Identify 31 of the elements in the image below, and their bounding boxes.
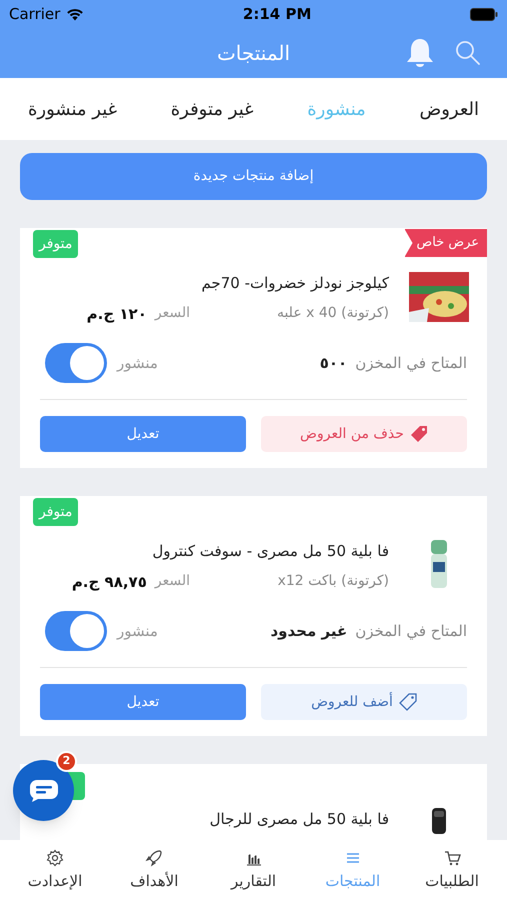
nav-tab[interactable]: الطلبيات bbox=[407, 848, 497, 892]
nav-tab[interactable]: الأهداف bbox=[109, 848, 200, 892]
stock-label: المتاح في المخزن bbox=[355, 620, 467, 642]
stock-label: المتاح في المخزن bbox=[355, 352, 467, 374]
notification-badge: 2 bbox=[56, 751, 77, 772]
nav-tab[interactable]: الإعدادت bbox=[10, 848, 100, 892]
product-name: فا بلية 50 مل مصرى - سوفت كنترول bbox=[151, 541, 389, 562]
nav-tab[interactable]: التقارير bbox=[208, 848, 298, 892]
tab[interactable]: غير متوفرة bbox=[160, 90, 264, 128]
screen-title: المنتجات bbox=[216, 40, 292, 67]
availability-badge: متوفر bbox=[33, 498, 78, 526]
package-size: (كرتونة) باكت x12 bbox=[278, 572, 389, 592]
carrier-label: Carrier bbox=[9, 4, 60, 25]
availability-badge: متوفر bbox=[33, 230, 78, 258]
add-to-offers-button[interactable]: أضف للعروض bbox=[261, 684, 467, 720]
price-label: السعر bbox=[154, 572, 190, 592]
published-label: منشور bbox=[117, 352, 158, 374]
published-label: منشور bbox=[117, 620, 158, 642]
tab[interactable]: العروض bbox=[409, 90, 489, 128]
stock-value: ٥٠٠ bbox=[320, 352, 348, 374]
tab[interactable]: غير منشورة bbox=[18, 90, 128, 128]
product-name: كيلوجز نودلز خضروات- 70جم bbox=[200, 273, 389, 294]
package-size: (كرتونة) 40 x علبه bbox=[276, 304, 389, 324]
special-offer-ribbon: عرض خاص bbox=[404, 229, 487, 257]
remove-from-offers-button[interactable]: حذف من العروض bbox=[261, 416, 467, 452]
clock-time: 2:14 PM bbox=[242, 4, 312, 25]
price-label: السعر bbox=[154, 304, 190, 324]
price-value: ٩٨,٧٥ ج.م bbox=[72, 572, 147, 593]
stock-value: غير محدود bbox=[270, 620, 348, 642]
product-name: فا بلية 50 مل مصرى للرجال bbox=[208, 809, 389, 830]
price-value: ١٢٠ ج.م bbox=[86, 304, 147, 325]
